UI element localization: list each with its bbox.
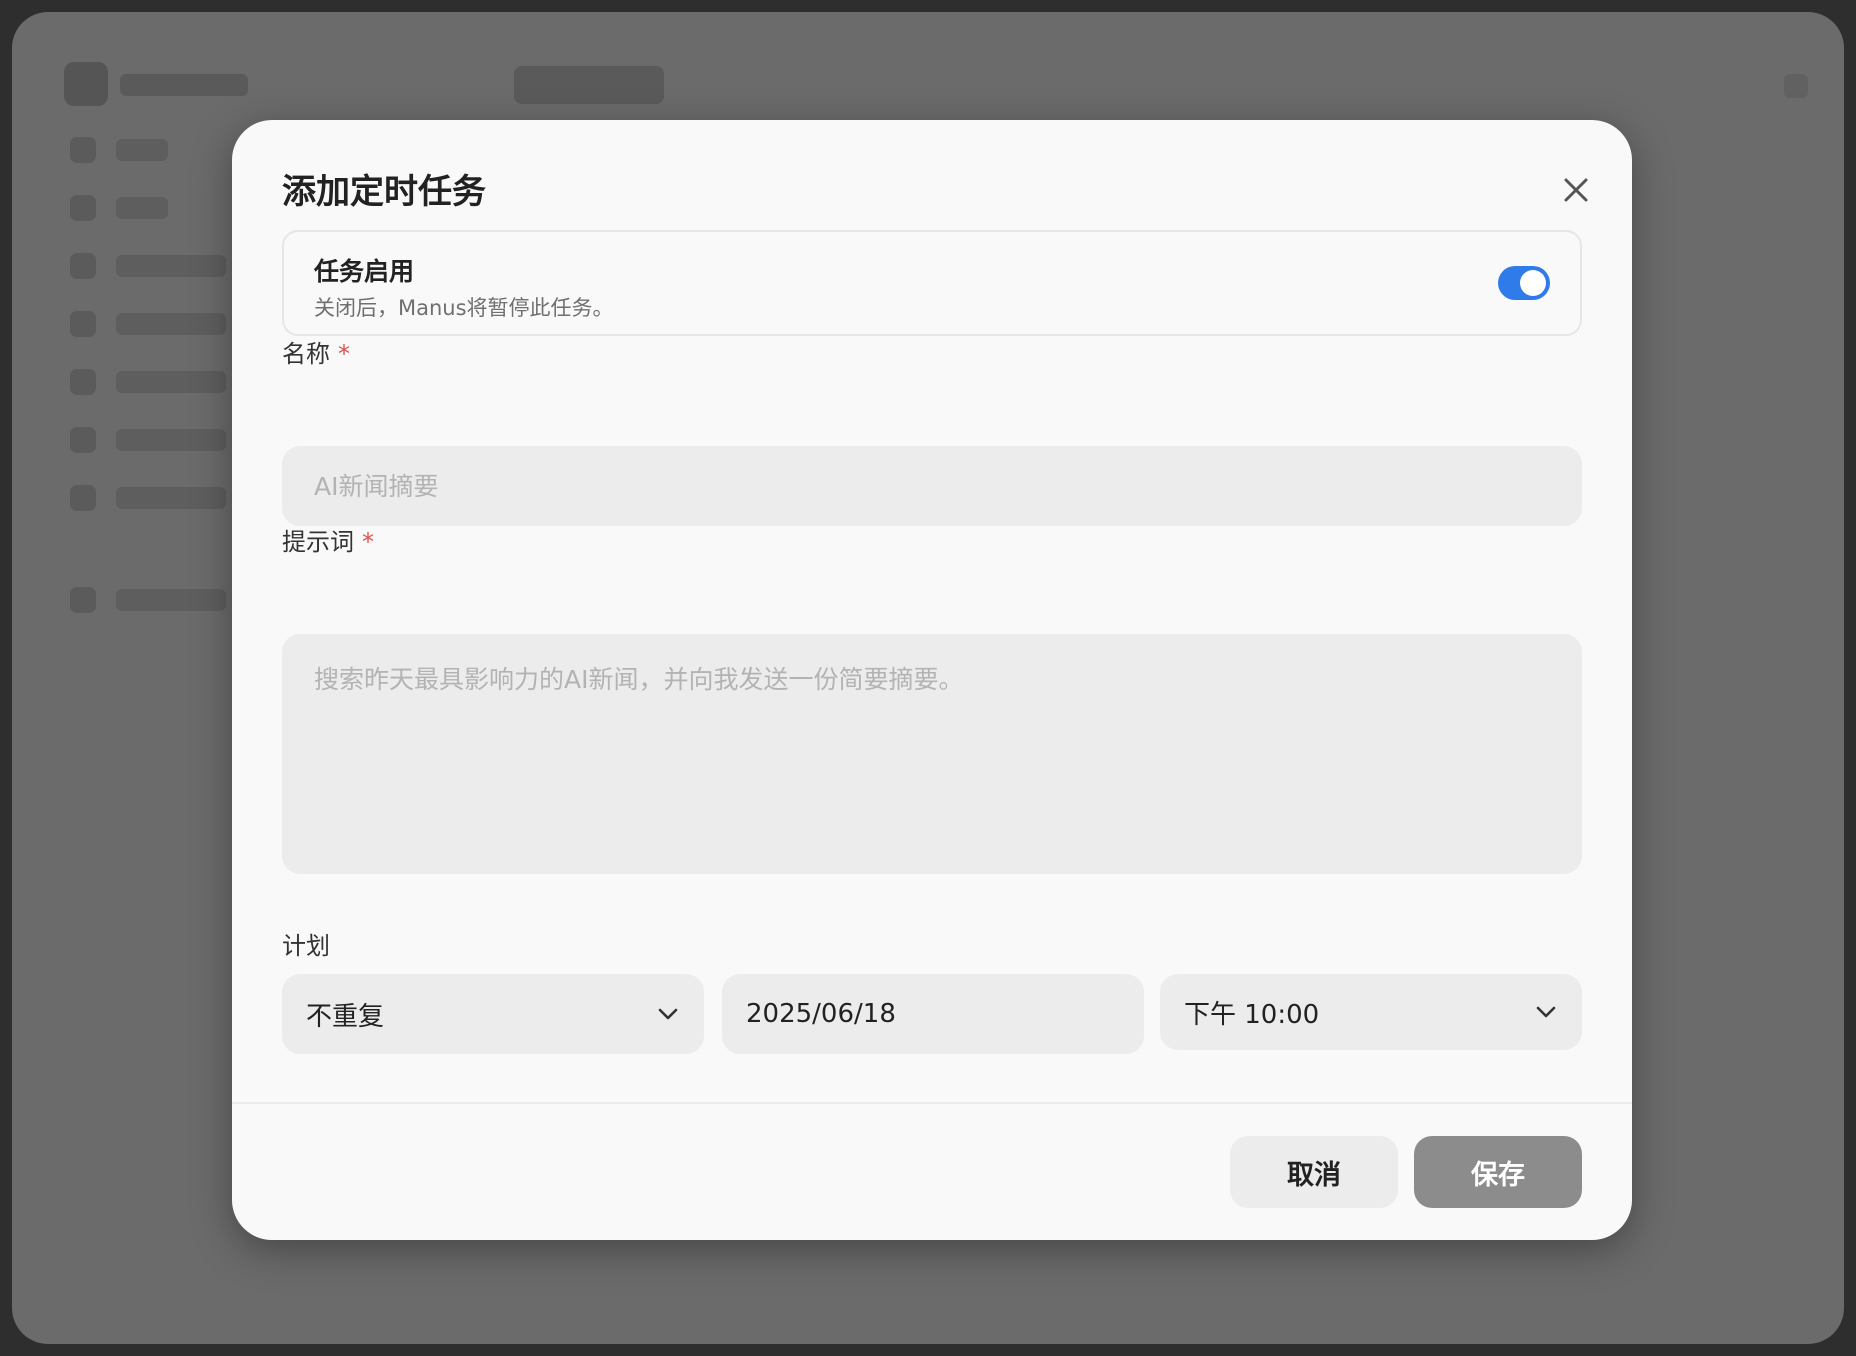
background-sidebar-item bbox=[70, 252, 226, 280]
task-enable-toggle[interactable] bbox=[1498, 266, 1550, 300]
background-close-icon bbox=[1784, 74, 1808, 98]
prompt-field-label: 提示词 * bbox=[282, 522, 374, 557]
required-mark: * bbox=[362, 528, 374, 556]
task-enable-description: 关闭后，Manus将暂停此任务。 bbox=[314, 296, 614, 320]
chevron-down-icon bbox=[658, 1008, 678, 1020]
prompt-label-text: 提示词 bbox=[282, 528, 354, 556]
background-page-title-placeholder bbox=[514, 66, 664, 104]
save-button[interactable]: 保存 bbox=[1414, 1136, 1582, 1208]
task-enable-card: 任务启用 关闭后，Manus将暂停此任务。 bbox=[282, 230, 1582, 336]
time-select-value: 下午 10:00 bbox=[1184, 999, 1320, 1030]
chevron-down-icon bbox=[1536, 1006, 1556, 1018]
close-icon bbox=[1564, 178, 1588, 202]
date-input-value: 2025/06/18 bbox=[746, 999, 896, 1029]
add-scheduled-task-dialog: 添加定时任务 任务启用 关闭后，Manus将暂停此任务。 名称 * 提示词 * 计划… bbox=[232, 120, 1632, 1240]
background-sidebar-item bbox=[70, 368, 226, 396]
name-label-text: 名称 bbox=[282, 340, 330, 368]
background-sidebar-item bbox=[70, 136, 168, 164]
background-sidebar-item bbox=[70, 586, 226, 614]
background-sidebar-item bbox=[70, 310, 226, 338]
footer-divider bbox=[232, 1102, 1632, 1104]
cancel-button[interactable]: 取消 bbox=[1230, 1136, 1398, 1208]
repeat-select-value: 不重复 bbox=[306, 1001, 385, 1032]
name-field-label: 名称 * bbox=[282, 334, 350, 369]
task-enable-title: 任务启用 bbox=[314, 257, 415, 286]
schedule-label: 计划 bbox=[282, 932, 330, 960]
required-mark: * bbox=[338, 340, 350, 368]
background-sidebar-item bbox=[70, 194, 168, 222]
toggle-knob bbox=[1520, 270, 1546, 296]
time-select[interactable]: 下午 10:00 bbox=[1160, 974, 1582, 1050]
close-button[interactable] bbox=[1558, 172, 1594, 208]
background-sidebar-item bbox=[70, 426, 226, 454]
background-sidebar-item bbox=[70, 484, 226, 512]
background-brand-placeholder bbox=[120, 74, 248, 96]
dialog-title: 添加定时任务 bbox=[282, 172, 486, 212]
date-input[interactable]: 2025/06/18 bbox=[722, 974, 1144, 1054]
name-input[interactable] bbox=[282, 446, 1582, 526]
repeat-select[interactable]: 不重复 bbox=[282, 974, 704, 1054]
prompt-textarea[interactable] bbox=[282, 634, 1582, 874]
logo-icon bbox=[64, 62, 108, 106]
